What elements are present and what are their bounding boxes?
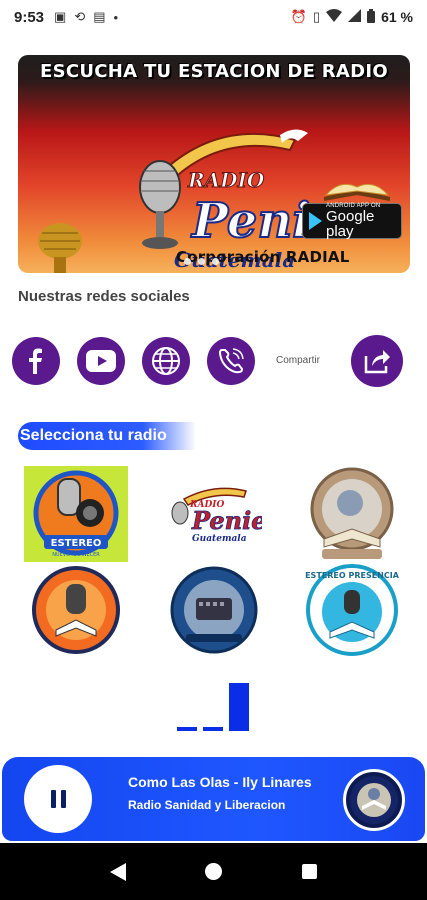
youtube-button[interactable] <box>77 337 125 385</box>
system-navigation-bar <box>0 843 427 900</box>
svg-text:Guatemala: Guatemala <box>192 534 247 544</box>
vibrate-icon: ▯ <box>312 9 321 24</box>
share-label: Compartir <box>276 355 320 366</box>
logo-radio-text: RADIO <box>187 168 265 192</box>
logo-peniel-text: Peniel <box>190 193 320 249</box>
phone-icon <box>218 348 244 374</box>
dot-icon: • <box>113 9 119 25</box>
equalizer-bar <box>177 727 197 731</box>
carousel-dot[interactable] <box>184 258 191 265</box>
website-button[interactable] <box>142 337 190 385</box>
alarm-icon: ⏰ <box>290 9 307 24</box>
station-logo <box>170 566 258 654</box>
station-sanidad-liberacion[interactable] <box>24 562 128 658</box>
equalizer-bar <box>229 683 249 731</box>
home-icon[interactable] <box>205 863 223 880</box>
bible-icon <box>324 183 390 201</box>
social-buttons-row: Compartir <box>12 335 412 389</box>
pause-icon <box>50 790 66 808</box>
banner-carousel[interactable]: ESCUCHA TU ESTACION DE RADIO RADIO Penie… <box>18 55 410 273</box>
station-caption-text: NUEVO AMANECER <box>52 552 100 558</box>
recents-icon[interactable] <box>302 864 318 879</box>
station-estereo-presencia[interactable]: ESTEREO PRESENCIA <box>300 562 404 658</box>
facebook-icon <box>29 348 42 374</box>
now-playing-bar: Como Las Olas - Ily Linares Radio Sanida… <box>2 757 425 841</box>
gplay-big-text: Google play <box>326 208 375 240</box>
equalizer-animation <box>177 683 251 731</box>
carousel-dot[interactable] <box>212 258 219 265</box>
signal-icon <box>348 9 362 25</box>
equalizer-bar <box>203 727 223 731</box>
station-logo: RADIO Peniel Guatemala <box>171 487 262 544</box>
microphone-icon <box>38 223 82 273</box>
status-right-icons: ⏰ ▯ 61 % <box>290 8 413 26</box>
station-logo: ESTEREO NUEVO AMANECER <box>33 470 119 558</box>
social-heading: Nuestras redes sociales <box>18 288 190 305</box>
google-play-badge[interactable]: ANDROID APP ON Google play <box>302 203 402 239</box>
sync-icon: ⟲ <box>74 9 86 24</box>
facebook-button[interactable] <box>12 337 60 385</box>
status-bar: 9:53 ▣ ⟲ ▤ • ⏰ ▯ 61 % <box>0 0 427 34</box>
station-radio-peniel[interactable]: RADIO Peniel Guatemala <box>162 466 266 562</box>
wifi-icon <box>326 9 343 25</box>
station-badge-text: ESTEREO <box>51 538 102 549</box>
share-icon <box>364 350 390 374</box>
share-button[interactable] <box>351 335 403 387</box>
status-left-icons: ▣ ⟲ ▤ • <box>54 9 118 25</box>
station-logo <box>32 566 120 654</box>
globe-icon <box>152 347 180 375</box>
phone-button[interactable] <box>207 337 255 385</box>
pause-button[interactable] <box>24 765 92 833</box>
status-time: 9:53 <box>14 8 45 26</box>
station-badge-text: ESTEREO PRESENCIA <box>305 571 400 580</box>
back-icon[interactable] <box>109 862 126 881</box>
carousel-dot[interactable] <box>198 258 205 265</box>
carousel-indicator <box>184 258 219 265</box>
image-icon: ▣ <box>54 9 67 24</box>
track-title: Como Las Olas - Ily Linares <box>128 774 312 790</box>
station-estereo-nuevo-amanecer[interactable]: ESTEREO NUEVO AMANECER <box>24 466 128 562</box>
youtube-icon <box>86 350 116 372</box>
station-logo: ESTEREO PRESENCIA <box>305 564 400 656</box>
banner-title: ESCUCHA TU ESTACION DE RADIO <box>40 61 388 82</box>
battery-icon <box>367 8 376 26</box>
radio-section-heading: Selecciona tu radio <box>18 422 196 450</box>
app-root: 9:53 ▣ ⟲ ▤ • ⏰ ▯ 61 % ESCUCHA TU ESTACIO… <box>0 0 427 900</box>
track-station: Radio Sanidad y Liberacion <box>128 798 286 812</box>
station-caption-text: Peniel <box>191 506 262 535</box>
station-logo <box>310 467 394 559</box>
station-bible-radio[interactable] <box>300 466 404 562</box>
radio-icon: ▤ <box>93 9 106 24</box>
station-logo <box>350 776 398 824</box>
battery-percent: 61 % <box>381 9 413 25</box>
station-radio-cristiana[interactable] <box>162 562 266 658</box>
google-play-icon <box>309 212 322 230</box>
player-station-artwork[interactable] <box>343 769 405 831</box>
